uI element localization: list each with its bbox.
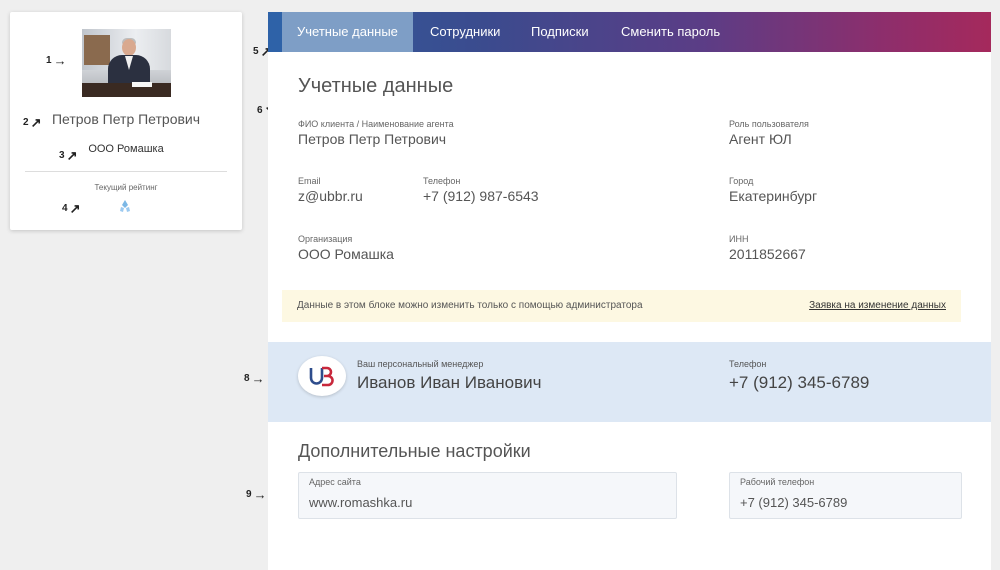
bank-logo-icon bbox=[309, 366, 334, 387]
website-label: Адрес сайта bbox=[309, 477, 361, 487]
annotation-marker: 1 → bbox=[46, 53, 67, 68]
manager-phone-label: Телефон bbox=[729, 359, 767, 369]
organization-value: ООО Ромашка bbox=[298, 246, 394, 262]
annotation-marker: 4 ↗ bbox=[62, 201, 81, 216]
phone-label: Телефон bbox=[423, 176, 461, 186]
profile-card: Петров Петр Петрович ООО Ромашка Текущий… bbox=[10, 12, 242, 230]
annotation-marker: 8 → bbox=[244, 371, 265, 386]
notice-text: Данные в этом блоке можно изменить тольк… bbox=[297, 300, 643, 311]
change-request-link[interactable]: Заявка на изменение данных bbox=[809, 300, 946, 311]
work-phone-label: Рабочий телефон bbox=[740, 477, 815, 487]
avatar bbox=[82, 29, 171, 97]
manager-section: Ваш персональный менеджер Иванов Иван Ив… bbox=[268, 342, 991, 422]
page-title: Учетные данные bbox=[298, 75, 454, 97]
manager-name: Иванов Иван Иванович bbox=[357, 373, 542, 392]
inn-value: 2011852667 bbox=[729, 246, 806, 262]
tab-subscriptions[interactable]: Подписки bbox=[516, 12, 604, 52]
website-input[interactable] bbox=[309, 493, 666, 511]
work-phone-field: Рабочий телефон bbox=[729, 472, 962, 519]
email-label: Email bbox=[298, 176, 321, 186]
manager-phone: +7 (912) 345-6789 bbox=[729, 373, 870, 392]
annotation-marker: 3 ↗ bbox=[59, 148, 78, 163]
admin-notice: Данные в этом блоке можно изменить тольк… bbox=[282, 290, 961, 322]
email-value: z@ubbr.ru bbox=[298, 188, 363, 204]
annotation-marker: 2 ↗ bbox=[23, 115, 42, 130]
city-value: Екатеринбург bbox=[729, 188, 818, 204]
rating-badge-icon bbox=[120, 200, 130, 212]
manager-label: Ваш персональный менеджер bbox=[357, 359, 484, 369]
annotation-marker: 9 → bbox=[246, 487, 267, 502]
rating-label: Текущий рейтинг bbox=[94, 183, 158, 192]
role-value: Агент ЮЛ bbox=[729, 131, 792, 147]
fio-value: Петров Петр Петрович bbox=[298, 131, 447, 147]
fio-label: ФИО клиента / Наименование агента bbox=[298, 119, 454, 129]
city-label: Город bbox=[729, 176, 754, 186]
website-field: Адрес сайта bbox=[298, 472, 677, 519]
manager-logo bbox=[298, 356, 346, 396]
profile-organization: ООО Ромашка bbox=[88, 143, 164, 155]
profile-name: Петров Петр Петрович bbox=[51, 111, 201, 127]
tab-employees[interactable]: Сотрудники bbox=[415, 12, 515, 52]
tab-account[interactable]: Учетные данные bbox=[282, 12, 413, 52]
organization-label: Организация bbox=[298, 234, 353, 244]
inn-label: ИНН bbox=[729, 234, 749, 244]
phone-value: +7 (912) 987-6543 bbox=[423, 188, 539, 204]
tab-bar-edge bbox=[268, 12, 282, 52]
additional-settings-title: Дополнительные настройки bbox=[298, 441, 531, 461]
work-phone-input[interactable] bbox=[740, 493, 951, 511]
main-panel: Учетные данные Сотрудники Подписки Смени… bbox=[268, 12, 991, 570]
tab-bar: Учетные данные Сотрудники Подписки Смени… bbox=[268, 12, 991, 52]
tab-change-password[interactable]: Сменить пароль bbox=[606, 12, 735, 52]
divider bbox=[25, 171, 227, 172]
role-label: Роль пользователя bbox=[729, 119, 809, 129]
